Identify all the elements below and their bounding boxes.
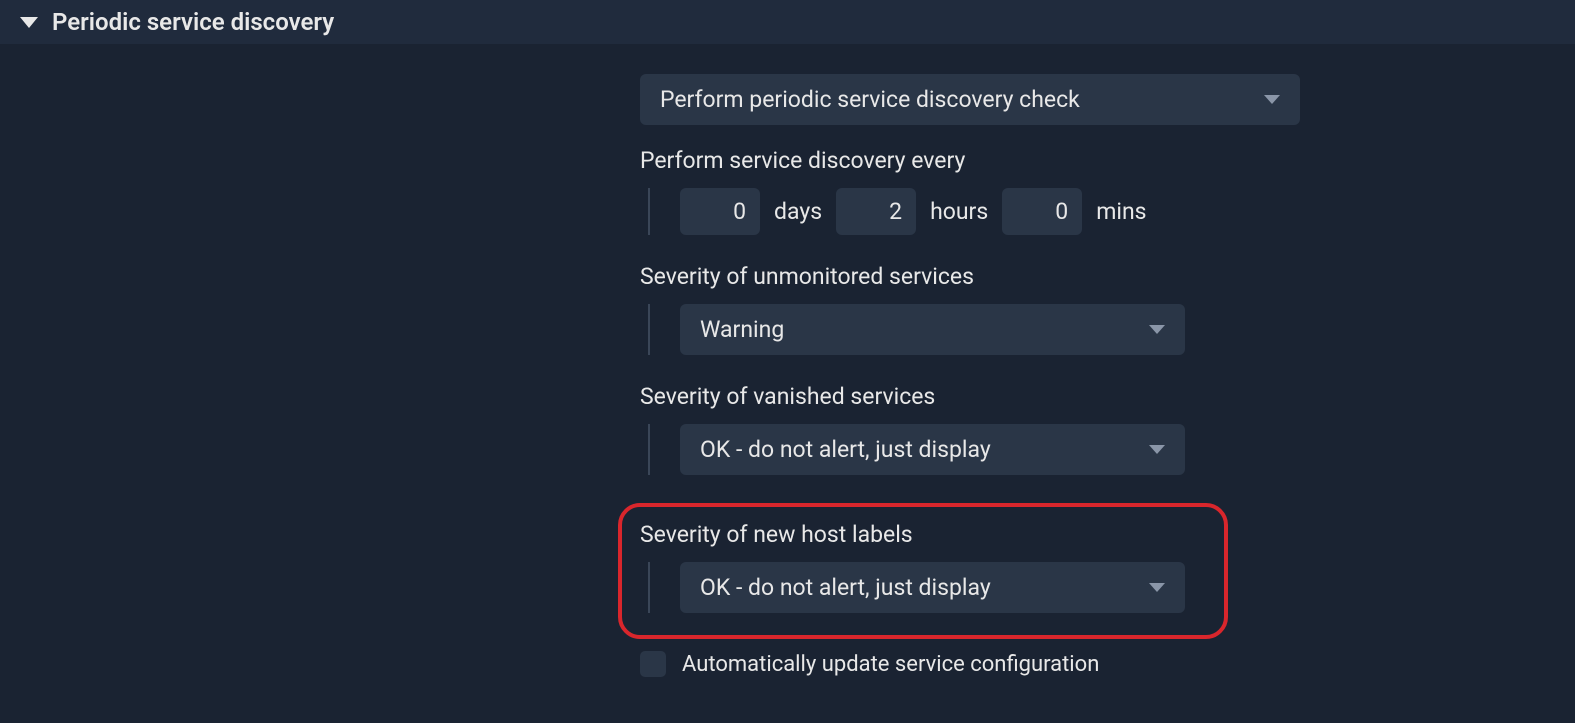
days-unit: days	[774, 198, 822, 225]
interval-label: Perform service discovery every	[640, 147, 1555, 174]
vanished-dropdown[interactable]: OK - do not alert, just display	[680, 424, 1185, 475]
dropdown-value: Perform periodic service discovery check	[660, 86, 1080, 113]
unmonitored-label: Severity of unmonitored services	[640, 263, 1555, 290]
newlabels-row: OK - do not alert, just display	[648, 562, 1206, 613]
discovery-mode-dropdown[interactable]: Perform periodic service discovery check	[640, 74, 1300, 125]
dropdown-value: OK - do not alert, just display	[700, 436, 991, 463]
autoupdate-label: Automatically update service configurati…	[682, 652, 1099, 677]
unmonitored-row: Warning	[648, 304, 1555, 355]
mins-input[interactable]	[1002, 188, 1082, 235]
dropdown-value: Warning	[700, 316, 784, 343]
chevron-down-icon	[1264, 95, 1280, 104]
vanished-row: OK - do not alert, just display	[648, 424, 1555, 475]
dropdown-value: OK - do not alert, just display	[700, 574, 991, 601]
chevron-down-icon	[1149, 325, 1165, 334]
highlight-annotation: Severity of new host labels OK - do not …	[618, 503, 1228, 639]
section-content: Perform periodic service discovery check…	[0, 44, 1575, 697]
hours-unit: hours	[930, 198, 988, 225]
days-input[interactable]	[680, 188, 760, 235]
interval-row: days hours mins	[648, 188, 1555, 235]
autoupdate-checkbox[interactable]	[640, 651, 666, 677]
chevron-down-icon	[1149, 445, 1165, 454]
autoupdate-row: Automatically update service configurati…	[640, 651, 1555, 677]
newlabels-dropdown[interactable]: OK - do not alert, just display	[680, 562, 1185, 613]
unmonitored-dropdown[interactable]: Warning	[680, 304, 1185, 355]
chevron-down-icon	[1149, 583, 1165, 592]
section-title: Periodic service discovery	[52, 8, 334, 36]
collapse-icon	[20, 17, 38, 28]
section-header[interactable]: Periodic service discovery	[0, 0, 1575, 44]
mins-unit: mins	[1096, 198, 1146, 225]
vanished-label: Severity of vanished services	[640, 383, 1555, 410]
hours-input[interactable]	[836, 188, 916, 235]
newlabels-label: Severity of new host labels	[640, 521, 1206, 548]
